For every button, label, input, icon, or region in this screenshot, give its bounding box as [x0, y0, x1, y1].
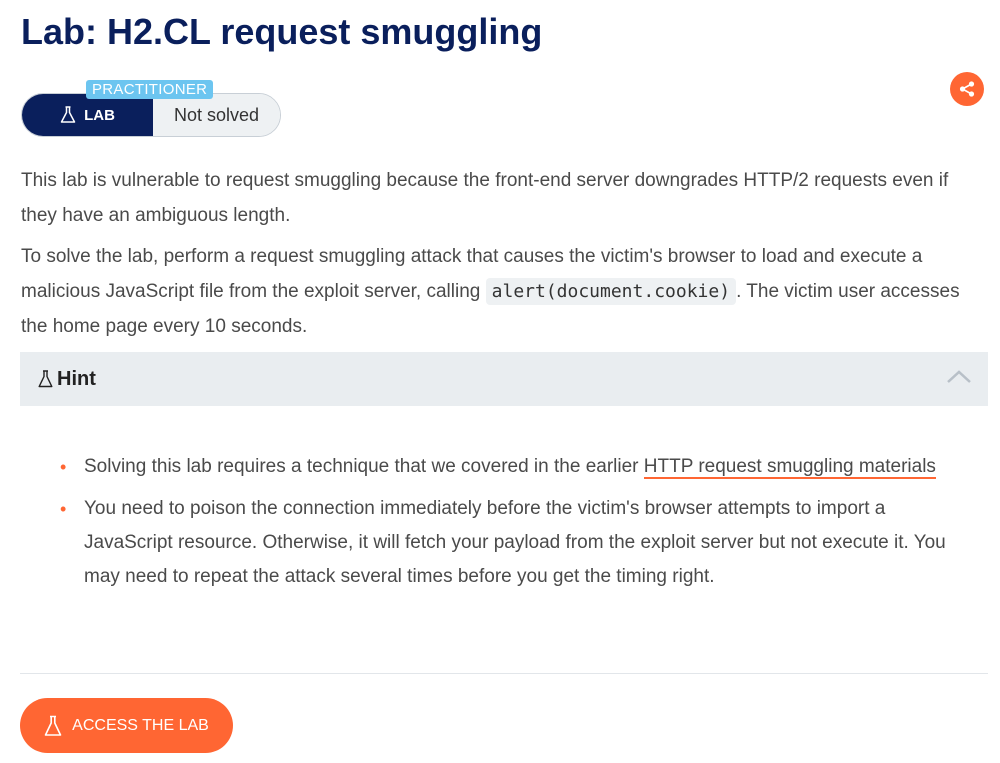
inline-code: alert(document.cookie)	[485, 278, 737, 305]
flask-icon	[44, 715, 62, 736]
lab-status-badge: LAB Not solved	[21, 93, 281, 137]
hint-text: You need to poison the connection immedi…	[84, 498, 946, 587]
level-tag: PRACTITIONER	[86, 80, 214, 99]
hint-item: • Solving this lab requires a technique …	[58, 450, 968, 484]
divider	[20, 673, 988, 674]
smuggling-materials-link[interactable]: HTTP request smuggling materials	[643, 456, 936, 479]
flask-icon	[60, 106, 76, 123]
lab-status: Not solved	[153, 94, 280, 136]
description-paragraph-1: This lab is vulnerable to request smuggl…	[21, 170, 949, 226]
bullet-icon: •	[60, 457, 67, 477]
hint-item: • You need to poison the connection imme…	[58, 492, 968, 594]
lab-label: LAB	[84, 106, 115, 124]
description-paragraph-2: To solve the lab, perform a request smug…	[21, 239, 981, 344]
hint-label: Hint	[57, 367, 96, 390]
flask-icon	[38, 370, 53, 388]
bullet-icon: •	[60, 499, 67, 519]
hint-toggle[interactable]: Hint	[20, 352, 988, 406]
page-title: Lab: H2.CL request smuggling	[21, 11, 543, 52]
access-lab-button[interactable]: ACCESS THE LAB	[20, 698, 233, 753]
access-lab-label: ACCESS THE LAB	[72, 716, 209, 734]
hint-list: • Solving this lab requires a technique …	[58, 450, 968, 602]
hint-text: Solving this lab requires a technique th…	[84, 456, 644, 477]
share-button[interactable]	[950, 72, 984, 106]
lab-type-label: LAB	[22, 94, 153, 136]
lab-status-text: Not solved	[173, 104, 260, 125]
chevron-up-icon[interactable]	[946, 368, 972, 384]
share-icon	[959, 81, 975, 97]
